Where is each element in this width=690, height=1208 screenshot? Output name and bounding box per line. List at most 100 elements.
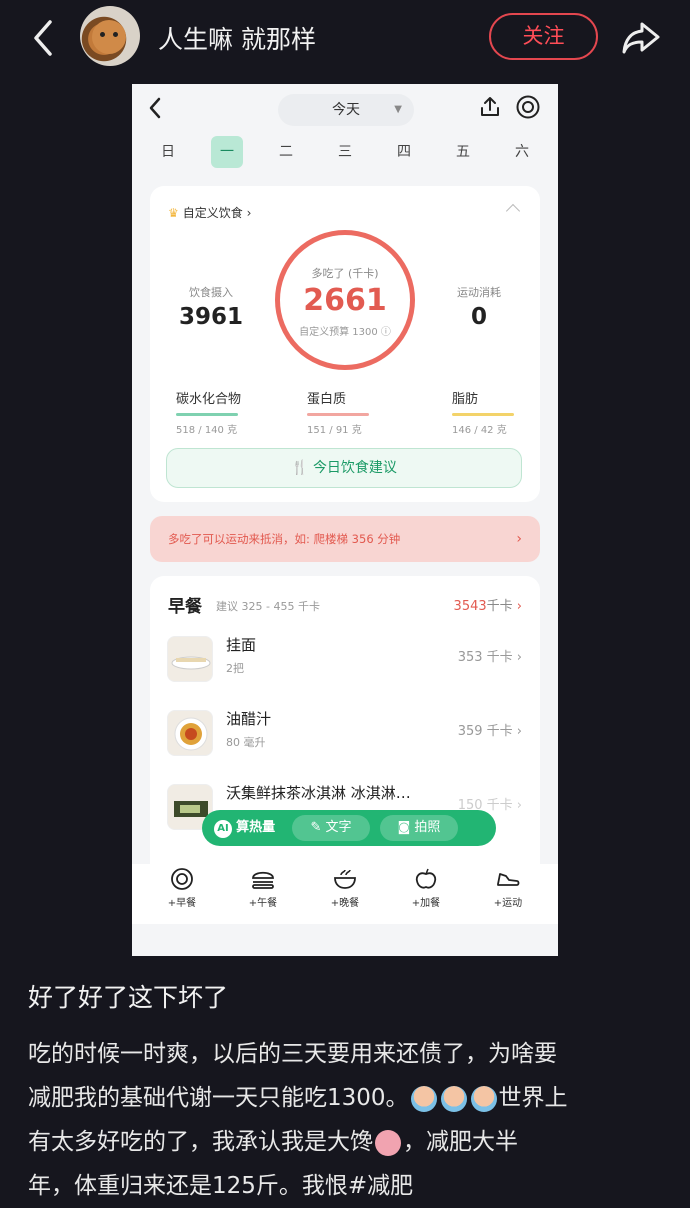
text-input-label: 文字 — [325, 820, 352, 835]
avatar[interactable] — [80, 6, 140, 66]
tab-snack[interactable]: +加餐 — [396, 868, 456, 909]
bowl-icon — [334, 869, 356, 889]
macro-fat: 脂肪 146 / 42 克 — [452, 388, 542, 436]
tab-lunch[interactable]: +午餐 — [233, 868, 293, 909]
macro-amount: 151 / 91 克 — [307, 425, 362, 436]
calorie-summary-card: ♛ 自定义饮食 › 饮食摄入 3961 多吃了 (千卡) 2661 自定义预算 1… — [150, 186, 540, 502]
weekday-mon[interactable]: 一 — [211, 136, 243, 168]
target-icon[interactable] — [515, 94, 541, 120]
post-body-line: 吃的时候一时爽，以后的三天要用来还债了，为啥要 — [28, 1041, 557, 1067]
weekday-tue[interactable]: 二 — [270, 136, 302, 168]
crying-face-emoji-icon — [410, 1085, 437, 1112]
apple-icon — [415, 868, 437, 889]
weekday-selector: 日 一 二 三 四 五 六 — [132, 136, 558, 170]
weekday-thu[interactable]: 四 — [388, 136, 420, 168]
sneaker-icon — [497, 873, 520, 886]
crying-face-emoji-icon — [440, 1085, 467, 1112]
upload-icon[interactable] — [478, 95, 502, 119]
food-kcal: 359 千卡 › — [457, 724, 522, 739]
post-body-text: 年，体重归来还是125斤。我恨 — [28, 1173, 348, 1199]
food-item[interactable]: 挂面 2把 353 千卡 › — [150, 632, 540, 692]
calorie-ring[interactable]: 多吃了 (千卡) 2661 自定义预算 1300 ⓘ — [275, 230, 415, 370]
weekday-wed[interactable]: 三 — [329, 136, 361, 168]
username[interactable]: 人生嘛 就那样 — [158, 20, 316, 56]
macro-name: 脂肪 — [452, 392, 479, 407]
food-quantity: 80 毫升 — [226, 736, 266, 749]
tab-label: +晚餐 — [330, 898, 360, 909]
over-value: 2661 — [303, 283, 387, 318]
meal-total-value: 3543 — [453, 599, 487, 614]
exercise-label: 运动消耗 — [457, 286, 501, 299]
food-name: 沃集鲜抹茶冰淇淋 冰淇淋… — [226, 784, 411, 802]
macro-bar — [307, 413, 369, 416]
hashtag-link[interactable]: #减肥 — [348, 1173, 413, 1199]
food-name: 挂面 — [226, 636, 257, 654]
tab-label: +加餐 — [411, 898, 441, 909]
weekday-sat[interactable]: 六 — [506, 136, 538, 168]
tab-label: +午餐 — [248, 898, 278, 909]
photo-button[interactable]: ◙ 拍照 — [380, 815, 458, 841]
app-header: 今天 ▼ — [132, 84, 558, 132]
intake-value: 3961 — [178, 304, 243, 330]
macro-protein: 蛋白质 151 / 91 克 — [307, 388, 397, 436]
utensils-icon: 🍴 — [291, 460, 309, 476]
back-arrow-icon[interactable] — [28, 18, 58, 58]
share-icon[interactable] — [620, 16, 662, 58]
meal-title: 早餐 — [168, 597, 202, 617]
macro-amount: 518 / 140 克 — [176, 425, 238, 436]
app-screenshot: 今天 ▼ 日 一 二 三 四 五 六 ♛ 自定义饮食 › 饮食摄入 3961 多吃… — [132, 84, 558, 956]
weekday-fri[interactable]: 五 — [447, 136, 479, 168]
meal-tab-bar: +早餐 +午餐 +晚餐 +加餐 +运动 — [132, 864, 558, 924]
diet-advice-label: 今日饮食建议 — [312, 460, 397, 476]
date-selector-label: 今天 — [332, 102, 360, 118]
post-title: 好了好了这下坏了 — [28, 983, 229, 1012]
ai-calc-button[interactable]: AI 算热量 — [208, 815, 288, 841]
macro-carbs: 碳水化合物 518 / 140 克 — [176, 388, 266, 436]
macro-amount: 146 / 42 克 — [452, 425, 507, 436]
pig-face-emoji-icon — [375, 1129, 401, 1156]
follow-button[interactable]: 关注 — [489, 13, 598, 60]
exercise-banner[interactable]: 多吃了可以运动来抵消，如: 爬楼梯 356 分钟 › — [150, 516, 540, 562]
macro-bar — [176, 413, 238, 416]
crown-icon: ♛ — [168, 206, 179, 220]
meal-total[interactable]: 3543千卡 › — [454, 595, 522, 614]
pen-icon: ✎ — [310, 820, 322, 835]
photo-label: 拍照 — [414, 820, 441, 835]
chevron-right-icon: › — [516, 531, 522, 547]
food-quantity: 2把 — [226, 662, 244, 675]
budget-text: 自定义预算 1300 ⓘ — [299, 327, 391, 338]
tab-dinner[interactable]: +晚餐 — [315, 868, 375, 909]
macro-bar — [452, 413, 514, 416]
post-body-line: 减肥我的基础代谢一天只能吃1300。 世界上 — [28, 1078, 568, 1112]
back-arrow-icon[interactable] — [146, 96, 164, 120]
food-item[interactable]: 油醋汁 80 毫升 359 千卡 › — [150, 706, 540, 766]
post-body-text: 减肥我的基础代谢一天只能吃1300。 — [28, 1085, 409, 1111]
tab-label: +早餐 — [167, 898, 197, 909]
date-selector[interactable]: 今天 ▼ — [278, 94, 414, 126]
over-label: 多吃了 (千卡) — [311, 267, 379, 280]
post-body-line: 年，体重归来还是125斤。我恨#减肥 — [28, 1166, 413, 1200]
exercise-stat: 运动消耗 0 — [434, 284, 524, 330]
tab-breakfast[interactable]: +早餐 — [152, 868, 212, 909]
chevron-down-icon: ▼ — [394, 104, 402, 115]
crying-face-emoji-icon — [470, 1085, 497, 1112]
exercise-value: 0 — [470, 304, 487, 330]
diet-advice-button[interactable]: 🍴 今日饮食建议 — [166, 448, 522, 488]
tab-exercise[interactable]: +运动 — [478, 868, 538, 909]
collapse-icon[interactable] — [505, 203, 521, 219]
food-thumbnail — [167, 636, 213, 682]
burger-icon — [252, 871, 274, 889]
food-name: 油醋汁 — [226, 710, 272, 728]
intake-label: 饮食摄入 — [189, 286, 233, 299]
post-header: 人生嘛 就那样 关注 — [0, 0, 690, 76]
ai-calorie-bar: AI 算热量 ✎ 文字 ◙ 拍照 — [202, 810, 496, 846]
camera-icon: ◙ — [397, 820, 411, 835]
text-input-button[interactable]: ✎ 文字 — [292, 815, 370, 841]
food-thumbnail — [167, 710, 213, 756]
macro-name: 蛋白质 — [307, 392, 347, 407]
post-body-text: 世界上 — [498, 1085, 568, 1111]
ai-badge-icon: AI — [214, 820, 232, 838]
custom-diet-label: 自定义饮食 — [182, 206, 243, 220]
weekday-sun[interactable]: 日 — [152, 136, 184, 168]
custom-diet-link[interactable]: ♛ 自定义饮食 › — [168, 204, 251, 221]
